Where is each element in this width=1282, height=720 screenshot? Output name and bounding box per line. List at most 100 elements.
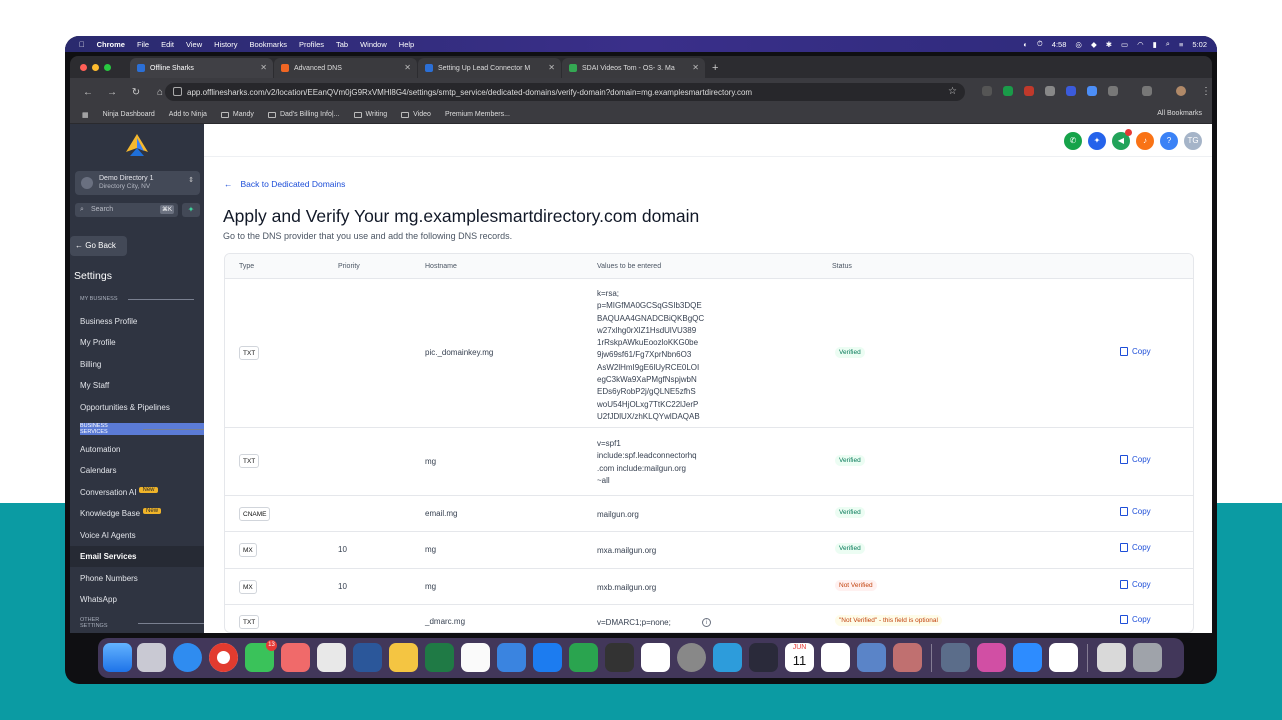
close-tab-icon[interactable]: ✕ [404,63,411,72]
sidebar-item-billing[interactable]: Billing [70,354,204,375]
copy-button[interactable]: Copy [1117,507,1151,520]
bluetooth-icon[interactable]: ✱ [1106,40,1112,49]
screen-recorder-icon[interactable] [605,643,634,672]
wifi-icon[interactable]: ◠ [1137,40,1144,49]
menu-edit[interactable]: Edit [161,40,174,49]
extension-icon[interactable] [1066,86,1076,96]
bookmark-folder-mandy[interactable]: Mandy [220,111,254,118]
asana-icon[interactable] [281,643,310,672]
menu-file[interactable]: File [137,40,149,49]
reload-icon[interactable]: ↻ [130,87,142,98]
go-back-button[interactable]: ← Go Back [70,236,127,256]
notes-icon[interactable] [461,643,490,672]
tab-lead-connector[interactable]: Setting Up Lead Connector M ✕ [418,58,561,78]
excel-icon[interactable] [425,643,454,672]
copy-button[interactable]: Copy [1117,455,1151,468]
menu-help[interactable]: Help [399,40,414,49]
extension-icon[interactable] [1087,86,1097,96]
all-bookmarks-button[interactable]: All Bookmarks [1157,110,1202,117]
calendar-icon[interactable]: JUN 11 [785,643,814,672]
copy-button[interactable]: Copy [1117,615,1151,628]
extension-icon[interactable] [1024,86,1034,96]
tab-advanced-dns[interactable]: Advanced DNS ✕ [274,58,417,78]
messages-icon[interactable]: 13 [245,640,277,672]
photo-app-icon[interactable] [893,643,922,672]
side-panel-icon[interactable] [1142,86,1152,96]
butterfly-app-icon[interactable] [389,643,418,672]
copy-button[interactable]: Copy [1117,543,1151,556]
sidebar-item-business-profile[interactable]: Business Profile [70,311,204,332]
battery-icon[interactable]: ▮ [1153,40,1157,49]
bookmark-folder-writing[interactable]: Writing [353,111,387,118]
sidebar-item-my-profile[interactable]: My Profile [70,332,204,353]
puzzle-icon[interactable] [1108,86,1118,96]
timer-text[interactable]: 4:58 [1052,40,1067,49]
preview-icon[interactable] [941,643,970,672]
scrivener-icon[interactable] [317,643,346,672]
bookmark-ninja-dashboard[interactable]: Ninja Dashboard [103,111,155,118]
network-app-icon[interactable] [857,643,886,672]
quick-action-button[interactable]: ✦ [182,203,200,217]
notifications-bell-icon[interactable]: ♪ [1136,132,1154,150]
back-to-dedicated-domains-link[interactable]: ← Back to Dedicated Domains [224,179,345,189]
close-tab-icon[interactable]: ✕ [260,63,267,72]
phone-icon[interactable]: ✆ [1064,132,1082,150]
sidebar-item-whatsapp[interactable]: WhatsApp [70,589,204,610]
menu-history[interactable]: History [214,40,237,49]
bookmark-folder-video[interactable]: Video [401,111,431,118]
close-tab-icon[interactable]: ✕ [692,63,699,72]
documents-stack-icon[interactable] [1097,643,1126,672]
forward-arrow-icon[interactable]: → [106,87,118,98]
eyedropper-icon[interactable] [1045,86,1055,96]
evernote-icon[interactable] [569,643,598,672]
zoom-icon[interactable] [1013,643,1042,672]
apple-icon[interactable]:  [79,40,85,49]
launchpad-icon[interactable] [137,643,166,672]
display-icon[interactable]: ▭ [1121,40,1128,49]
menu-window[interactable]: Window [360,40,387,49]
sidebar-item-opportunities[interactable]: Opportunities & Pipelines [70,397,204,418]
conversations-icon[interactable]: ✦ [1088,132,1106,150]
skype-icon[interactable] [713,643,742,672]
bookmark-star-icon[interactable]: ☆ [948,86,957,97]
copy-button[interactable]: Copy [1117,347,1151,360]
back-arrow-icon[interactable]: ← [82,87,94,98]
word-icon[interactable] [353,643,382,672]
site-info-icon[interactable] [173,87,182,96]
sidebar-item-automation[interactable]: Automation [70,439,204,460]
address-bar[interactable]: app.offlinesharks.com/v2/location/EEanQV… [165,83,965,101]
help-icon[interactable]: ? [1160,132,1178,150]
desktop-app-icon[interactable] [749,643,778,672]
user-avatar[interactable]: TG [1184,132,1202,150]
safari-icon[interactable] [173,643,202,672]
info-icon[interactable]: i [702,618,711,627]
cleanmymac-icon[interactable] [977,643,1006,672]
apps-grid-icon[interactable]: ▦ [82,111,89,119]
trash-icon[interactable] [1133,643,1162,672]
slack-icon[interactable] [641,643,670,672]
zoom-window-button[interactable] [104,64,111,71]
capcut-icon[interactable] [1049,643,1078,672]
location-switcher[interactable]: Demo Directory 1 Directory City, NV ⇕ [75,171,200,195]
finder-icon[interactable] [103,643,132,672]
menu-profiles[interactable]: Profiles [299,40,324,49]
address-url[interactable]: app.offlinesharks.com/v2/location/EEanQV… [187,88,752,97]
chrome-menu-icon[interactable]: ⋮ [1200,86,1212,97]
extension-icon[interactable] [1003,86,1013,96]
profile-avatar[interactable] [1176,86,1186,96]
dropbox-icon[interactable]: ◆ [1091,40,1097,49]
sidebar-item-voice-ai-agents[interactable]: Voice AI Agents [70,525,204,546]
sidebar-item-phone-numbers[interactable]: Phone Numbers [70,568,204,589]
menu-view[interactable]: View [186,40,202,49]
extension-icon[interactable] [982,86,992,96]
close-tab-icon[interactable]: ✕ [548,63,555,72]
daisydisk-icon[interactable] [821,643,850,672]
minimize-window-button[interactable] [92,64,99,71]
control-icon[interactable]: ◎ [1075,40,1082,49]
sidebar-item-calendars[interactable]: Calendars [70,460,204,481]
bookmark-add-to-ninja[interactable]: Add to Ninja [169,111,207,118]
sidebar-search-input[interactable]: ⌕ Search ⌘K [75,203,178,217]
menu-chrome[interactable]: Chrome [97,40,125,49]
tab-offline-sharks[interactable]: Offline Sharks ✕ [130,58,273,78]
screen-record-icon[interactable]: ◐ [1023,40,1028,49]
